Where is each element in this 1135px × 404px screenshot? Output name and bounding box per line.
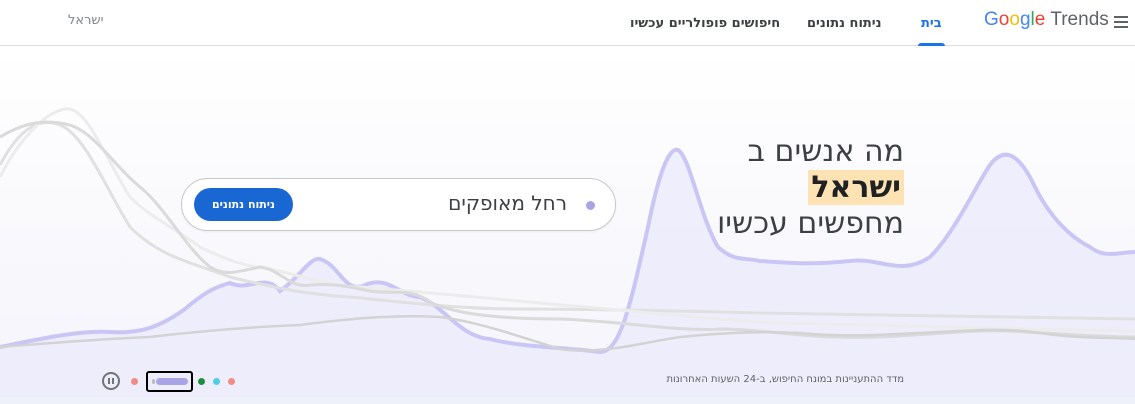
carousel-active-fill — [155, 377, 188, 385]
carousel-dot[interactable] — [213, 377, 220, 385]
top-header: Google Trends בית ניתוח נתונים חיפושים פ… — [0, 0, 1135, 46]
logo-trends-text: Trends — [1050, 9, 1109, 30]
country-selector[interactable]: ישראל — [68, 0, 104, 40]
nav-tab-explore[interactable]: ניתוח נתונים — [807, 0, 882, 46]
hero-headline: מה אנשים ב ישראל מחפשים עכשיו — [644, 134, 904, 242]
headline-country-highlight: ישראל — [808, 170, 904, 205]
carousel-dot[interactable] — [146, 370, 193, 392]
headline-line-1: מה אנשים ב — [747, 134, 904, 169]
carousel-dot[interactable] — [198, 377, 205, 385]
carousel-dot[interactable] — [228, 377, 235, 385]
bullet-dot-icon — [586, 201, 595, 210]
hero-section: מה אנשים ב ישראל מחפשים עכשיו רחל מאופקי… — [0, 47, 1135, 397]
nav-tab-trending-now[interactable]: חיפושים פופולריים עכשיו — [630, 0, 780, 46]
hamburger-menu-icon[interactable] — [1112, 13, 1130, 31]
carousel-active-marker — [152, 378, 155, 384]
google-trends-logo[interactable]: Google Trends — [984, 9, 1109, 33]
nav-tab-home[interactable]: בית — [918, 0, 945, 46]
explore-button[interactable]: ניתוח נתונים — [194, 188, 293, 221]
carousel-dot[interactable] — [131, 377, 138, 385]
logo-google-text: Google — [984, 9, 1046, 30]
chart-caption: מדד ההתעניינות במונח החיפוש, ב-24 השעות … — [666, 374, 904, 385]
carousel-dots — [131, 370, 243, 392]
trending-search-card[interactable]: רחל מאופקים ניתוח נתונים — [181, 178, 616, 231]
pause-icon[interactable] — [102, 372, 120, 390]
trending-search-query[interactable]: רחל מאופקים — [448, 191, 567, 215]
bottom-strip — [0, 397, 1135, 404]
headline-line-3: מחפשים עכשיו — [717, 206, 904, 241]
